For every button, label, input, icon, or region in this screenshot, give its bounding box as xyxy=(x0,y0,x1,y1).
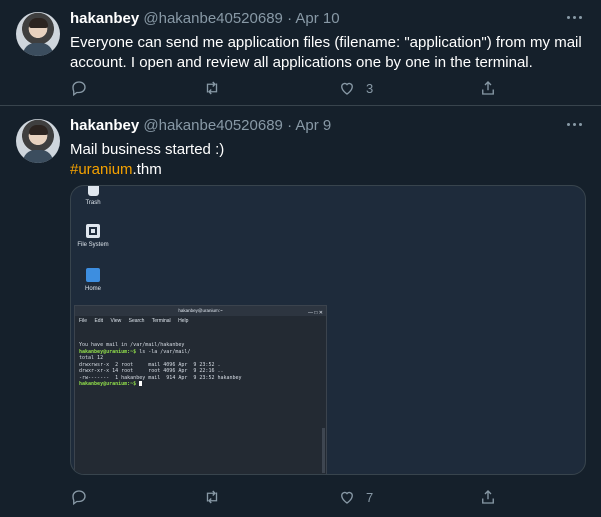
reply-button[interactable] xyxy=(70,78,88,98)
desktop-icon-label: Trash xyxy=(85,200,101,206)
share-icon xyxy=(482,490,494,504)
terminal-window[interactable]: hakanbey@uranium:~ — □ ✕ File Edit View … xyxy=(74,305,327,474)
menu-view[interactable]: View xyxy=(110,318,121,324)
desktop-icon-home[interactable]: Home xyxy=(73,268,113,292)
menu-edit[interactable]: Edit xyxy=(94,318,103,324)
terminal-text: total 12 xyxy=(79,355,104,361)
share-icon xyxy=(482,81,494,95)
terminal-prompt: hakanbey@uranium:~$ xyxy=(79,381,137,387)
like-button[interactable]: 7 xyxy=(338,487,373,507)
terminal-scrollbar[interactable] xyxy=(322,428,325,473)
user-handle[interactable]: @hakanbe40520689 xyxy=(143,117,283,134)
heart-icon xyxy=(341,491,353,504)
tweet-media-image[interactable]: Trash File System Home hakanbey@uranium:… xyxy=(70,185,586,475)
like-count: 7 xyxy=(366,489,374,505)
user-handle[interactable]: @hakanbe40520689 xyxy=(143,10,283,27)
tweet[interactable]: hakanbey @hakanbe40520689 · Apr 10 Every… xyxy=(0,0,601,106)
heart-icon xyxy=(341,82,353,95)
terminal-titlebar[interactable]: hakanbey@uranium:~ — □ ✕ xyxy=(75,306,326,316)
retweet-icon xyxy=(206,81,218,95)
retweet-icon xyxy=(206,490,218,504)
drive-icon xyxy=(86,224,100,238)
terminal-line: hakanbey@uranium:~$ xyxy=(79,381,322,388)
menu-file[interactable]: File xyxy=(79,318,87,324)
terminal-text: You have mail in /var/mail/hakanbey xyxy=(79,342,185,348)
terminal-text: ls -la /var/mail/ xyxy=(136,348,191,355)
more-horizontal-icon[interactable] xyxy=(565,119,585,131)
desktop-icon-label: File System xyxy=(77,242,109,248)
avatar[interactable] xyxy=(16,119,60,163)
tweet-actions: 7 xyxy=(70,487,500,507)
window-controls[interactable]: — □ ✕ xyxy=(308,308,323,318)
reply-icon xyxy=(72,490,86,506)
hashtag-suffix: .thm xyxy=(132,161,162,178)
tweet-text-line: account. I open and review all applicati… xyxy=(70,54,533,71)
share-button[interactable] xyxy=(479,487,497,507)
retweet-button[interactable] xyxy=(203,487,221,507)
desktop-icon-label: Home xyxy=(84,286,101,292)
like-button[interactable]: 3 xyxy=(338,78,373,98)
reply-button[interactable] xyxy=(70,487,88,507)
avatar[interactable] xyxy=(16,12,60,56)
tweet-date[interactable]: Apr 10 xyxy=(295,10,339,27)
tweet-text: Mail business started :) #uranium.thm xyxy=(70,140,585,180)
terminal-title: hakanbey@uranium:~ xyxy=(178,308,223,313)
home-folder-icon xyxy=(86,268,100,282)
terminal-output[interactable]: You have mail in /var/mail/hakanbey hakan… xyxy=(75,326,326,391)
terminal-text: drwxr-xr-x 14 root root 4096 Apr 9 22:16… xyxy=(79,368,224,374)
tweet[interactable]: hakanbey @hakanbe40520689 · Apr 9 Mail b… xyxy=(0,107,601,517)
more-horizontal-icon[interactable] xyxy=(565,12,585,24)
retweet-button[interactable] xyxy=(203,78,221,98)
tweet-header: hakanbey @hakanbe40520689 · Apr 10 xyxy=(70,10,340,27)
menu-help[interactable]: Help xyxy=(178,318,188,324)
terminal-text: drwxrwsr-x 2 root mail 4096 Apr 9 23:52 … xyxy=(79,361,221,368)
menu-terminal[interactable]: Terminal xyxy=(152,318,171,324)
trash-icon xyxy=(87,186,99,196)
hashtag-line: #uranium.thm xyxy=(70,160,585,180)
separator: · xyxy=(287,10,293,27)
separator: · xyxy=(287,117,293,134)
desktop-icon-trash[interactable]: Trash xyxy=(73,186,113,206)
tweet-text-line: Everyone can send me application files (… xyxy=(70,34,582,51)
hashtag-link[interactable]: #uranium xyxy=(70,161,133,178)
share-button[interactable] xyxy=(479,78,497,98)
user-name[interactable]: hakanbey xyxy=(70,117,139,134)
menu-search[interactable]: Search xyxy=(129,318,145,324)
like-count: 3 xyxy=(366,80,374,96)
tweet-text: Everyone can send me application files (… xyxy=(70,33,585,73)
user-name[interactable]: hakanbey xyxy=(70,10,139,27)
terminal-prompt: hakanbey@uranium:~$ xyxy=(79,348,137,355)
desktop-icon-file-system[interactable]: File System xyxy=(73,224,113,248)
reply-icon xyxy=(72,81,86,97)
tweet-date[interactable]: Apr 9 xyxy=(295,117,331,134)
tweet-header: hakanbey @hakanbe40520689 · Apr 9 xyxy=(70,117,331,134)
terminal-cursor xyxy=(139,381,143,386)
tweet-text-line: Mail business started :) xyxy=(70,141,225,158)
terminal-text: -rw------- 1 hakanbey mail 914 Apr 9 23:… xyxy=(79,374,242,381)
tweet-actions: 3 xyxy=(70,78,500,98)
terminal-menubar: File Edit View Search Terminal Help xyxy=(75,316,326,326)
